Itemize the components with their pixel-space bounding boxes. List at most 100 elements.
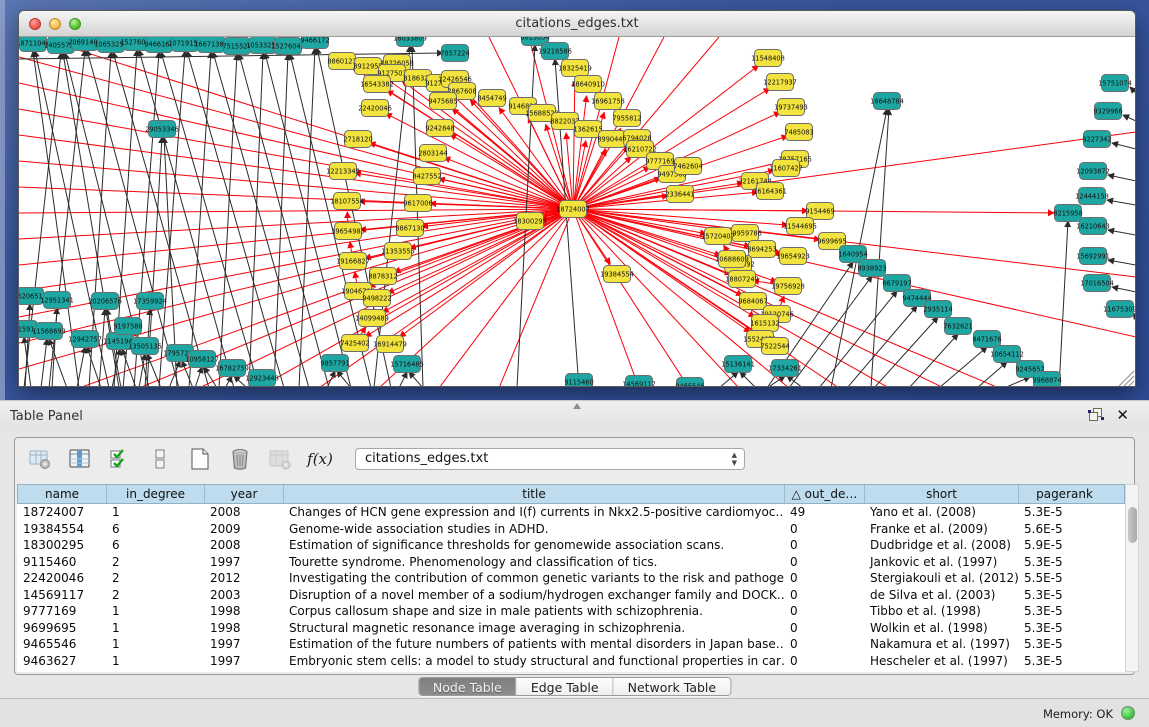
- graph-node[interactable]: 8938923: [857, 260, 886, 277]
- float-panel-icon[interactable]: [1088, 407, 1104, 423]
- graph-node[interactable]: 15751074: [1098, 75, 1132, 92]
- table-settings-icon[interactable]: [27, 446, 53, 472]
- graph-node[interactable]: 22420046: [358, 100, 392, 117]
- graph-node[interactable]: 20206576: [88, 293, 122, 310]
- graph-node[interactable]: 11675309: [1103, 301, 1136, 318]
- graph-node[interactable]: 9498222: [362, 290, 391, 307]
- window-resize-grip-icon[interactable]: [1119, 371, 1134, 386]
- graph-node[interactable]: 15692991: [1076, 248, 1110, 265]
- scrollbar-thumb[interactable]: [1128, 507, 1137, 543]
- graph-node[interactable]: 9227342: [1082, 131, 1111, 148]
- graph-node[interactable]: 16782759: [215, 360, 249, 377]
- node-table[interactable]: namein_degreeyeartitle△ out_de…shortpage…: [17, 484, 1125, 672]
- tab-edge-table[interactable]: Edge Table: [517, 678, 614, 695]
- graph-node[interactable]: 18807249: [725, 271, 759, 288]
- graph-node[interactable]: 17334261: [768, 360, 802, 377]
- graph-node[interactable]: 18711046: [19, 37, 50, 52]
- graph-node[interactable]: 6679197: [882, 275, 911, 292]
- graph-node[interactable]: 18107554: [330, 193, 364, 210]
- select-rows-icon[interactable]: [107, 446, 133, 472]
- graph-node[interactable]: 9154469: [805, 203, 834, 220]
- graph-node[interactable]: 8860123: [327, 53, 356, 70]
- graph-node[interactable]: 19654923: [776, 248, 810, 265]
- graph-node[interactable]: 20691406: [68, 37, 102, 51]
- graph-node[interactable]: 2935114: [923, 301, 952, 318]
- table-row[interactable]: 977716911998Corpus callosum shape and si…: [17, 603, 1125, 620]
- table-row[interactable]: 1456911722003Disruption of a novel membe…: [17, 587, 1125, 604]
- table-row[interactable]: 1938455462009Genome-wide association stu…: [17, 521, 1125, 538]
- graph-node[interactable]: 15276041: [271, 38, 305, 55]
- graph-node[interactable]: 7857224: [440, 45, 469, 62]
- table-vertical-scrollbar[interactable]: [1125, 484, 1139, 672]
- table-row[interactable]: 2242004622012Investigating the contribut…: [17, 570, 1125, 587]
- graph-node[interactable]: 12217937: [763, 74, 797, 91]
- graph-node[interactable]: 9466172: [300, 37, 329, 49]
- graph-node[interactable]: 10653257: [94, 37, 128, 53]
- graph-node[interactable]: 9465546: [675, 378, 704, 388]
- tab-node-table[interactable]: Node Table: [419, 678, 517, 695]
- graph-node[interactable]: 9242848: [425, 120, 454, 137]
- graph-node[interactable]: 12093872: [1076, 163, 1110, 180]
- graph-node[interactable]: 17016504: [1080, 275, 1114, 292]
- graph-node[interactable]: 2803144: [418, 145, 447, 162]
- graph-node[interactable]: 12942757: [68, 331, 102, 348]
- graph-node[interactable]: 19959786: [728, 225, 762, 242]
- graph-node[interactable]: 29053346: [145, 121, 179, 138]
- graph-node[interactable]: 7522544: [760, 338, 789, 355]
- column-chooser-icon[interactable]: [147, 446, 173, 472]
- graph-node[interactable]: 19756928: [771, 278, 805, 295]
- panel-splitter-handle-icon[interactable]: [573, 403, 581, 409]
- graph-node[interactable]: 12923448: [245, 370, 279, 387]
- graph-node[interactable]: 16914479: [373, 336, 407, 353]
- graph-node[interactable]: 18325419: [558, 60, 592, 77]
- graph-node[interactable]: 8454749: [477, 90, 506, 107]
- graph-node[interactable]: 12444158: [1075, 188, 1109, 205]
- graph-node[interactable]: 18640910: [571, 76, 605, 93]
- graph-node[interactable]: 19737493: [774, 99, 808, 116]
- graph-node[interactable]: 16961758: [591, 93, 625, 110]
- graph-node[interactable]: 16033809: [393, 37, 427, 47]
- network-window-titlebar[interactable]: citations_edges.txt: [19, 11, 1135, 37]
- graph-node[interactable]: 9466162: [144, 37, 173, 53]
- graph-node[interactable]: 11544695: [783, 218, 817, 235]
- table-selector-dropdown[interactable]: citations_edges.txt ▲▼: [355, 448, 745, 470]
- table-row[interactable]: 1830029562008Estimation of significance …: [17, 537, 1125, 554]
- column-header-year[interactable]: year: [205, 485, 284, 503]
- graph-node[interactable]: 14569117: [622, 376, 656, 388]
- graph-node[interactable]: 12213349: [326, 163, 360, 180]
- graph-node[interactable]: 16671385: [194, 37, 228, 53]
- graph-node[interactable]: 8867130: [395, 220, 424, 237]
- graph-node[interactable]: 9968874: [1032, 372, 1061, 388]
- function-builder-icon[interactable]: f(x): [307, 446, 333, 472]
- new-table-icon[interactable]: [187, 446, 213, 472]
- table-row[interactable]: 1872400712008Changes of HCN gene express…: [17, 504, 1125, 521]
- column-visibility-icon[interactable]: [67, 446, 93, 472]
- column-header-out_de[interactable]: △ out_de…: [785, 485, 865, 503]
- graph-node[interactable]: 10654112: [990, 346, 1024, 363]
- graph-node[interactable]: 7462604: [673, 158, 702, 175]
- graph-node[interactable]: 7955812: [612, 110, 641, 127]
- graph-node[interactable]: 15136141: [721, 356, 755, 373]
- column-header-name[interactable]: name: [18, 485, 107, 503]
- graph-node[interactable]: 2718120: [343, 131, 372, 148]
- graph-node[interactable]: 7632621: [943, 318, 972, 335]
- graph-node[interactable]: 14099489: [355, 310, 389, 327]
- close-panel-icon[interactable]: ✕: [1116, 407, 1129, 423]
- graph-node[interactable]: 16543382: [360, 76, 394, 93]
- graph-node[interactable]: 9197588: [113, 318, 142, 335]
- graph-node[interactable]: 16210643: [1076, 218, 1110, 235]
- tab-network-table[interactable]: Network Table: [614, 678, 731, 695]
- column-header-in_degree[interactable]: in_degree: [107, 485, 205, 503]
- graph-node[interactable]: 13505135: [128, 338, 162, 355]
- table-header-row[interactable]: namein_degreeyeartitle△ out_de…shortpage…: [17, 484, 1125, 504]
- graph-node[interactable]: 11548408: [751, 50, 785, 67]
- graph-node[interactable]: 8215958: [1053, 205, 1082, 222]
- graph-node[interactable]: 7515526: [222, 38, 251, 55]
- citation-graph[interactable]: 1872400718107554196549831916682719046786…: [19, 37, 1136, 387]
- graph-node[interactable]: 9329966: [1093, 103, 1122, 120]
- graph-node[interactable]: 8878312: [368, 268, 397, 285]
- delete-table-icon[interactable]: [227, 446, 253, 472]
- graph-node[interactable]: 9475685: [428, 93, 457, 110]
- graph-node[interactable]: 8990448: [597, 131, 626, 148]
- table-row[interactable]: 946362711997Embryonic stem cells: a mode…: [17, 653, 1125, 670]
